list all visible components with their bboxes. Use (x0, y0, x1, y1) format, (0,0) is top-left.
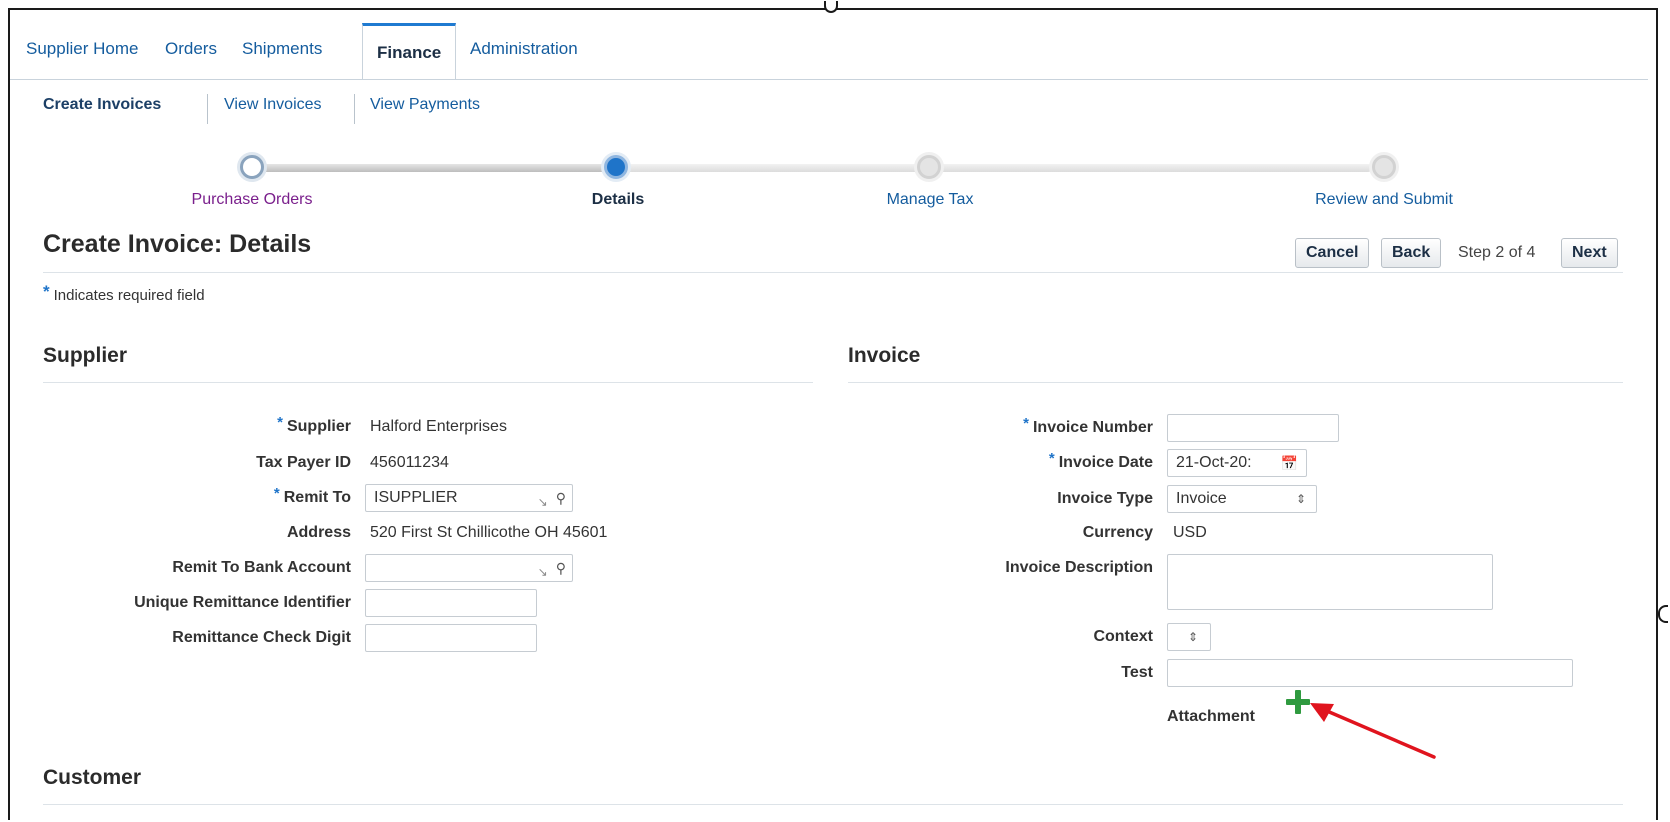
remittance-check-digit-label: Remittance Check Digit (172, 629, 351, 646)
page-title: Create Invoice: Details (43, 230, 312, 258)
invoice-type-select[interactable]: Invoice ⇕ (1167, 485, 1317, 513)
tax-payer-id-value: 456011234 (370, 454, 449, 471)
tab-supplier-home[interactable]: Supplier Home (26, 39, 138, 59)
invoice-number-label-text: Invoice Number (1032, 419, 1153, 436)
autocomplete-icon: ↘ (537, 495, 548, 509)
train-stop-details (604, 155, 628, 179)
train-label-details: Details (591, 191, 645, 208)
tax-payer-id-label: Tax Payer ID (256, 454, 351, 471)
remit-to-value: ISUPPLIER (374, 489, 458, 506)
train-label-purchase-orders[interactable]: Purchase Orders (192, 191, 313, 209)
autocomplete-icon: ↘ (537, 565, 548, 579)
select-arrows-icon: ⇕ (1295, 492, 1306, 506)
main-tab-bar: Supplier Home Orders Shipments Finance A… (10, 23, 1648, 80)
unique-remittance-identifier-input[interactable] (365, 589, 537, 617)
bank-account-lov-icons: ↘ ⚲ (537, 555, 566, 581)
test-label: Test (1121, 664, 1153, 681)
remit-to-label-text: Remit To (283, 489, 351, 506)
supplier-section-divider (43, 382, 813, 383)
frame-edge-handle (1658, 605, 1668, 623)
invoice-section-divider (848, 382, 1623, 383)
supplier-label: * Supplier (277, 414, 351, 436)
tab-shipments[interactable]: Shipments (242, 39, 322, 59)
subnav-divider (207, 94, 208, 124)
next-button[interactable]: Next (1561, 238, 1618, 268)
remit-to-bank-account-label: Remit To Bank Account (172, 559, 351, 576)
annotation-arrow-icon (1310, 703, 1436, 759)
remit-to-bank-account-input[interactable]: ↘ ⚲ (365, 554, 573, 582)
remit-to-lov-icons: ↘ ⚲ (537, 485, 566, 511)
supplier-value: Halford Enterprises (370, 418, 507, 435)
step-indicator: Step 2 of 4 (1458, 244, 1536, 261)
invoice-number-label: * Invoice Number (1023, 415, 1153, 437)
train-connector-pending (622, 164, 1372, 172)
train-connector-completed (262, 164, 606, 172)
required-star-icon: * (277, 414, 283, 431)
select-arrows-icon: ⇕ (1187, 630, 1198, 644)
customer-section-divider (43, 804, 1623, 805)
currency-value: USD (1173, 524, 1207, 541)
train-label-manage-tax: Manage Tax (886, 191, 974, 208)
tab-finance[interactable]: Finance (362, 23, 457, 79)
attachment-label: Attachment (1167, 708, 1256, 725)
invoice-type-value: Invoice (1176, 490, 1227, 507)
address-label: Address (286, 524, 351, 541)
subnav-view-payments[interactable]: View Payments (370, 96, 480, 114)
invoice-description-textarea[interactable] (1167, 554, 1493, 610)
invoice-date-label: * Invoice Date (1049, 450, 1153, 472)
calendar-icon[interactable]: 📅 (1281, 450, 1298, 476)
train-stop-purchase-orders[interactable] (240, 155, 264, 179)
required-star-icon: * (1023, 415, 1029, 432)
context-label: Context (1093, 628, 1153, 645)
search-icon[interactable]: ⚲ (556, 560, 566, 576)
subnav-view-invoices[interactable]: View Invoices (224, 96, 322, 114)
train-stop-review-submit (1372, 155, 1396, 179)
back-button[interactable]: Back (1381, 238, 1442, 268)
invoice-section-title: Invoice (848, 344, 921, 367)
train-label-review-submit: Review and Submit (1315, 191, 1453, 208)
address-value: 520 First St Chillicothe OH 45601 (370, 524, 608, 541)
subnav-create-invoices[interactable]: Create Invoices (43, 96, 161, 114)
required-star-icon: * (43, 282, 50, 301)
invoice-type-label: Invoice Type (1057, 490, 1153, 507)
invoice-date-input[interactable]: 21-Oct-20: 📅 (1167, 449, 1307, 477)
supplier-label-text: Supplier (286, 418, 351, 435)
unique-remittance-identifier-label: Unique Remittance Identifier (134, 594, 351, 611)
remit-to-label: * Remit To (274, 485, 351, 507)
supplier-section-title: Supplier (43, 344, 128, 367)
cancel-button[interactable]: Cancel (1295, 238, 1370, 268)
required-note-text: Indicates required field (53, 287, 205, 304)
required-star-icon: * (1048, 450, 1055, 467)
invoice-date-label-text: Invoice Date (1058, 454, 1153, 471)
subnav-divider (354, 94, 355, 124)
remittance-check-digit-input[interactable] (365, 624, 537, 652)
invoice-number-input[interactable] (1167, 414, 1339, 442)
test-input[interactable] (1167, 659, 1573, 687)
required-star-icon: * (273, 485, 280, 502)
search-icon[interactable]: ⚲ (556, 490, 566, 506)
remit-to-input[interactable]: ISUPPLIER ↘ ⚲ (365, 484, 573, 512)
tab-orders[interactable]: Orders (165, 39, 217, 59)
required-field-note: * Indicates required field (43, 282, 205, 305)
browser-frame (8, 8, 1658, 820)
invoice-date-value: 21-Oct-20: (1176, 454, 1252, 471)
tab-administration[interactable]: Administration (470, 39, 578, 59)
title-divider (43, 272, 1623, 273)
train-stop-manage-tax (917, 155, 941, 179)
customer-section-title: Customer (43, 766, 142, 789)
invoice-description-label: Invoice Description (1005, 559, 1153, 576)
context-select[interactable]: ⇕ (1167, 623, 1211, 651)
currency-label: Currency (1082, 524, 1153, 541)
